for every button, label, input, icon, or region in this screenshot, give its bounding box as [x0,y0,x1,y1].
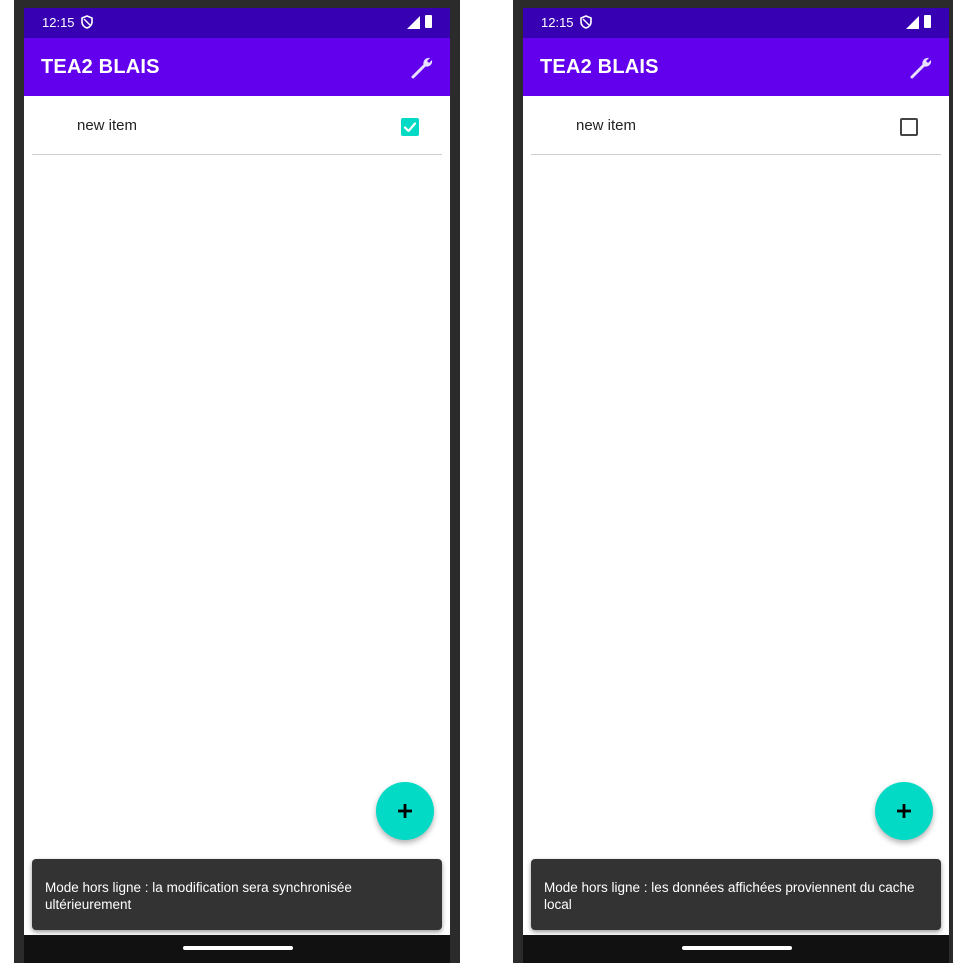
status-bar: 12:15 [24,8,450,38]
app-title: TEA2 BLAIS [41,56,160,78]
navigation-bar [523,935,949,963]
app-title: TEA2 BLAIS [540,56,659,78]
add-item-button[interactable] [376,782,434,840]
home-handle[interactable] [682,946,792,950]
status-bar: 12:15 [523,8,949,38]
screen: 12:15 TEA2 BLAIS new item Mode hors lign… [523,8,949,963]
item-label: new item [77,117,138,134]
snackbar: Mode hors ligne : les données affichées … [531,859,941,930]
add-item-button[interactable] [875,782,933,840]
snackbar: Mode hors ligne : la modification sera s… [32,859,442,930]
item-checkbox[interactable] [401,118,419,136]
status-time: 12:15 [42,15,75,30]
shield-icon [580,15,592,29]
phone-left: 12:15 TEA2 BLAIS new item Mode hors lign… [14,0,460,963]
home-handle[interactable] [183,946,293,950]
plus-icon [398,804,412,818]
checkmark-icon [403,122,417,133]
plus-icon [897,804,911,818]
app-bar: TEA2 BLAIS [24,38,450,96]
snackbar-message: Mode hors ligne : la modification sera s… [45,880,352,912]
app-bar: TEA2 BLAIS [523,38,949,96]
signal-icon [407,16,420,29]
battery-icon [425,15,432,28]
snackbar-message: Mode hors ligne : les données affichées … [544,880,915,912]
list-item[interactable]: new item [32,96,442,155]
phone-right: 12:15 TEA2 BLAIS new item Mode hors lign… [513,0,953,963]
list-item[interactable]: new item [531,96,941,155]
navigation-bar [24,935,450,963]
shield-icon [81,15,93,29]
item-checkbox[interactable] [900,118,918,136]
wrench-icon[interactable] [909,54,935,80]
battery-icon [924,15,931,28]
status-time: 12:15 [541,15,574,30]
signal-icon [906,16,919,29]
wrench-icon[interactable] [410,54,436,80]
screen: 12:15 TEA2 BLAIS new item Mode hors lign… [24,8,450,963]
item-label: new item [576,117,637,134]
